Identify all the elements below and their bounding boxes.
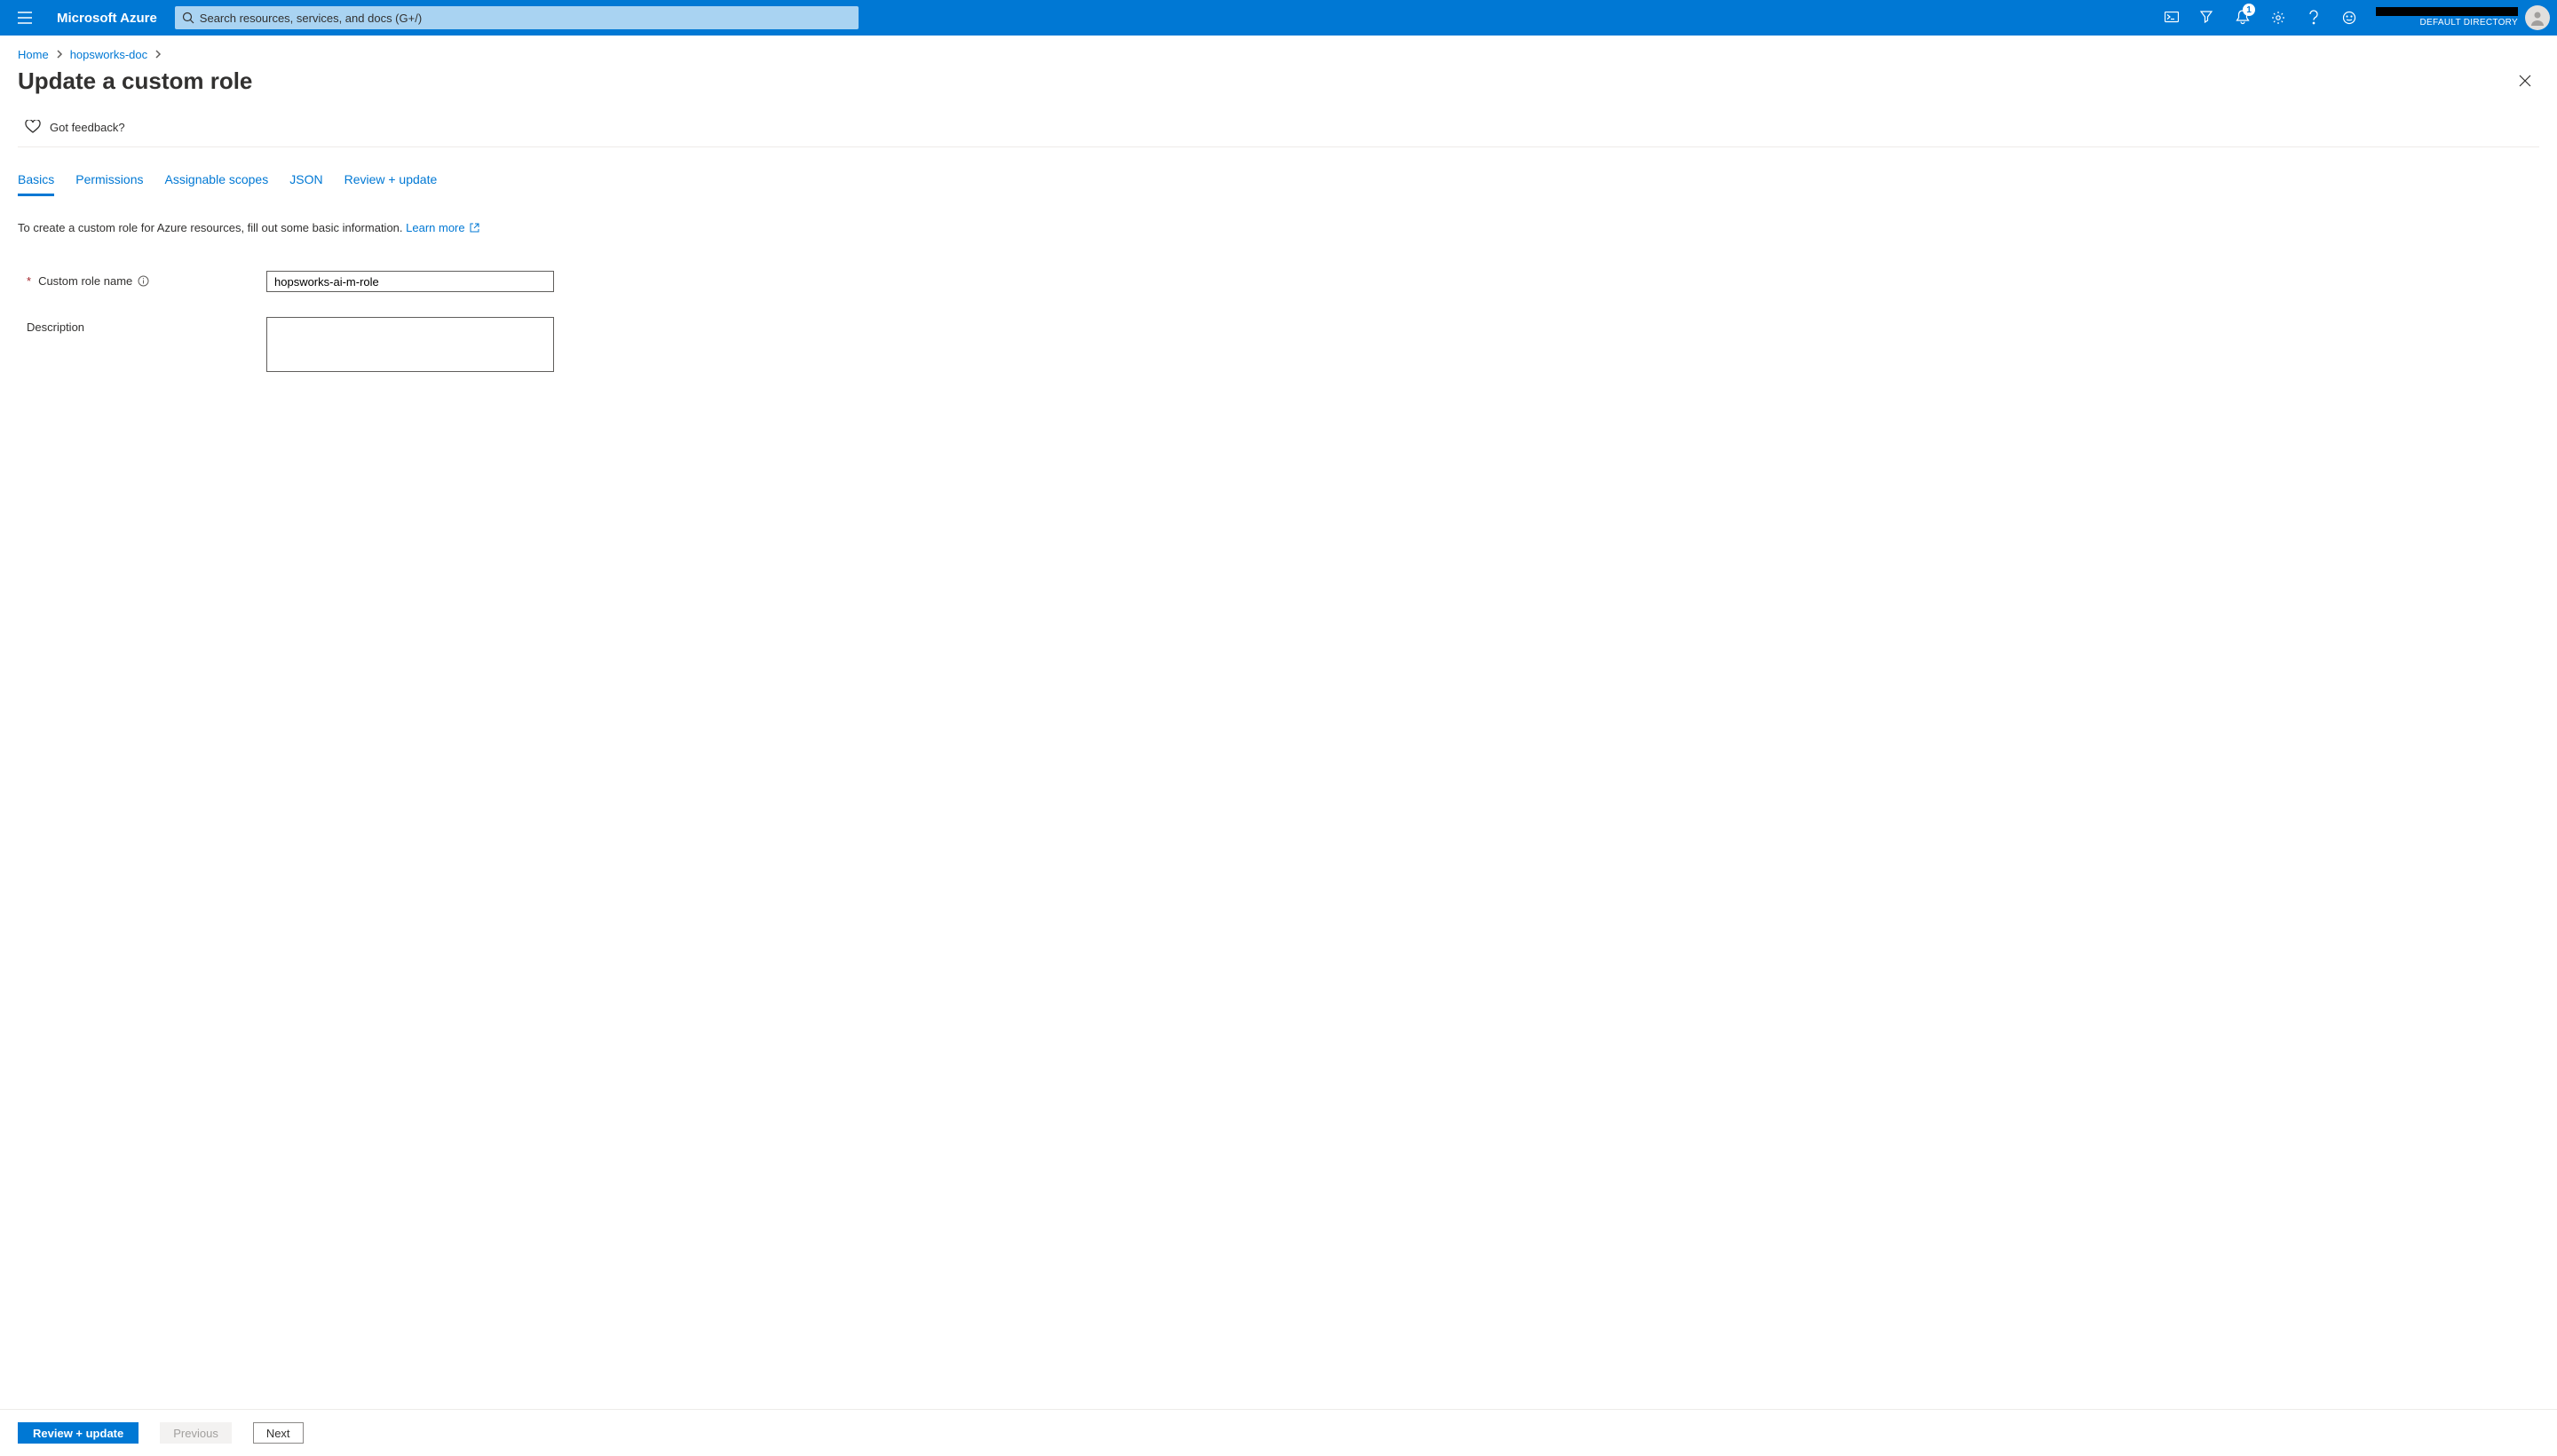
directory-label: DEFAULT DIRECTORY — [2376, 18, 2518, 28]
role-name-input[interactable] — [266, 271, 554, 292]
settings-icon[interactable] — [2260, 0, 2296, 36]
next-button[interactable]: Next — [253, 1422, 304, 1444]
heart-icon — [25, 120, 41, 134]
close-button[interactable] — [2511, 67, 2539, 95]
search-icon — [182, 12, 194, 24]
footer-bar: Review + update Previous Next — [0, 1409, 2557, 1456]
tab-review-update[interactable]: Review + update — [344, 172, 438, 196]
previous-button: Previous — [160, 1422, 232, 1444]
content-area: Home hopsworks-doc Update a custom role … — [0, 36, 2557, 1409]
search-box[interactable] — [175, 6, 859, 29]
breadcrumb-resource[interactable]: hopsworks-doc — [70, 48, 147, 61]
feedback-icon[interactable] — [2331, 0, 2367, 36]
basics-form: * Custom role name Description — [18, 235, 2539, 375]
page-title: Update a custom role — [18, 67, 252, 95]
feedback-link[interactable]: Got feedback? — [18, 95, 2539, 147]
menu-button[interactable] — [7, 0, 43, 36]
tab-basics[interactable]: Basics — [18, 172, 54, 196]
cloud-shell-icon[interactable] — [2154, 0, 2189, 36]
brand-label[interactable]: Microsoft Azure — [57, 11, 157, 26]
breadcrumb-home[interactable]: Home — [18, 48, 49, 61]
description-input[interactable] — [266, 317, 554, 372]
external-link-icon — [470, 222, 479, 235]
role-name-label: * Custom role name — [18, 271, 266, 288]
review-update-button[interactable]: Review + update — [18, 1422, 139, 1444]
breadcrumb: Home hopsworks-doc — [18, 48, 2539, 61]
account-name-redacted — [2376, 7, 2518, 16]
feedback-label: Got feedback? — [50, 121, 125, 134]
learn-more-link[interactable]: Learn more — [406, 221, 464, 234]
tab-assignable-scopes[interactable]: Assignable scopes — [164, 172, 268, 196]
top-bar: Microsoft Azure 1 DEFAULT DIRE — [0, 0, 2557, 36]
search-input[interactable] — [194, 12, 851, 25]
notification-badge: 1 — [2243, 4, 2255, 16]
avatar[interactable] — [2525, 5, 2550, 30]
account-block[interactable]: DEFAULT DIRECTORY — [2367, 5, 2550, 30]
top-icons: 1 DEFAULT DIRECTORY — [2154, 0, 2550, 36]
breadcrumb-separator — [56, 48, 63, 61]
description-label: Description — [18, 317, 266, 334]
directory-filter-icon[interactable] — [2189, 0, 2225, 36]
info-icon[interactable] — [138, 275, 149, 287]
search-wrap — [175, 6, 859, 29]
tabs: Basics Permissions Assignable scopes JSO… — [18, 147, 2539, 196]
help-text: To create a custom role for Azure resour… — [18, 196, 2539, 235]
tab-permissions[interactable]: Permissions — [75, 172, 143, 196]
required-asterisk: * — [27, 274, 31, 288]
help-icon[interactable] — [2296, 0, 2331, 36]
notifications-icon[interactable]: 1 — [2225, 0, 2260, 36]
breadcrumb-separator — [154, 48, 162, 61]
tab-json[interactable]: JSON — [289, 172, 322, 196]
